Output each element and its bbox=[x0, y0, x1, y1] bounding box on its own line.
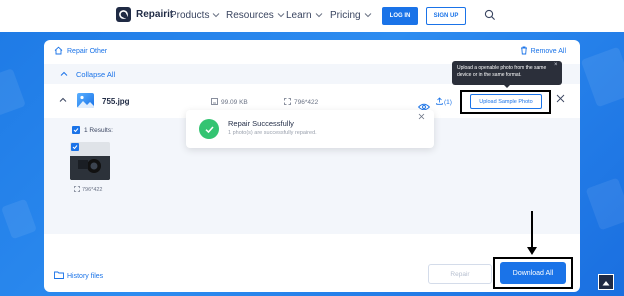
top-nav: Repairit Products Resources Learn Pricin… bbox=[0, 0, 624, 32]
check-circle-icon bbox=[199, 119, 219, 139]
repair-other-label: Repair Other bbox=[67, 48, 108, 55]
search-icon[interactable] bbox=[484, 9, 496, 24]
results-label: 1 Results: bbox=[84, 127, 113, 134]
nav-products[interactable]: Products bbox=[170, 10, 220, 21]
tooltip-arrow bbox=[503, 84, 511, 88]
nav-resources[interactable]: Resources bbox=[226, 10, 285, 21]
signup-button[interactable]: SIGN UP bbox=[426, 7, 466, 25]
upload-icon bbox=[436, 97, 443, 107]
repairit-logo-icon bbox=[116, 7, 131, 22]
chevron-down-icon bbox=[212, 11, 220, 20]
nav-learn[interactable]: Learn bbox=[286, 10, 323, 21]
annotation-arrow-head bbox=[527, 247, 537, 255]
nav-item-label: Learn bbox=[286, 10, 312, 21]
success-toast: Repair Successfully 1 photo(s) are succe… bbox=[186, 110, 434, 148]
scroll-to-top-button[interactable] bbox=[598, 274, 614, 290]
nav-item-label: Pricing bbox=[330, 10, 361, 21]
highlight-box bbox=[460, 90, 551, 114]
home-icon bbox=[54, 46, 63, 57]
brand-name: Repairit bbox=[136, 9, 174, 20]
toast-subtitle: 1 photo(s) are successfully repaired. bbox=[228, 130, 317, 136]
folder-icon bbox=[54, 271, 64, 281]
thumbnail-dimensions: 796*422 bbox=[74, 186, 103, 194]
arrow-up-icon bbox=[602, 273, 610, 291]
nav-item-label: Resources bbox=[226, 10, 274, 21]
file-size-value: 99.09 KB bbox=[221, 99, 248, 106]
trash-icon bbox=[520, 46, 528, 57]
close-icon[interactable] bbox=[418, 113, 425, 122]
decorative-shape bbox=[0, 198, 38, 240]
file-dimensions-value: 796*422 bbox=[294, 99, 319, 106]
decorative-shape bbox=[585, 177, 624, 231]
decorative-shape bbox=[580, 46, 624, 108]
dimensions-icon bbox=[284, 98, 291, 107]
login-button[interactable]: LOG IN bbox=[382, 7, 418, 25]
file-size: 99.09 KB bbox=[211, 98, 248, 107]
thumbnail-dimensions-value: 796*422 bbox=[82, 187, 103, 193]
repair-other-link[interactable]: Repair Other bbox=[54, 46, 107, 57]
chevron-down-icon bbox=[277, 11, 285, 20]
dimensions-icon bbox=[74, 186, 80, 194]
close-icon[interactable] bbox=[556, 94, 565, 106]
toast-title: Repair Successfully bbox=[228, 119, 294, 128]
chevron-up-icon[interactable] bbox=[59, 96, 67, 105]
file-name: 755.jpg bbox=[102, 97, 130, 106]
close-icon[interactable]: × bbox=[554, 62, 558, 68]
chevron-down-icon bbox=[364, 11, 372, 20]
file-size-icon bbox=[211, 98, 218, 107]
history-files-link[interactable]: History files bbox=[54, 271, 103, 281]
file-dimensions: 796*422 bbox=[284, 98, 318, 107]
chevron-down-icon bbox=[315, 11, 323, 20]
card-header: Repair Other Remove All bbox=[44, 40, 580, 62]
repair-button[interactable]: Repair bbox=[428, 264, 492, 284]
history-files-label: History files bbox=[67, 272, 104, 280]
highlight-box bbox=[493, 257, 573, 289]
remove-all-label: Remove All bbox=[530, 48, 566, 55]
nav-pricing[interactable]: Pricing bbox=[330, 10, 372, 21]
checkbox-icon[interactable] bbox=[72, 126, 80, 134]
remove-all-button[interactable]: Remove All bbox=[520, 46, 566, 57]
collapse-all-label: Collapse All bbox=[76, 69, 116, 79]
decorative-shape bbox=[0, 68, 26, 116]
upload-sample-tooltip: Upload a openable photo from the same de… bbox=[452, 61, 562, 85]
annotation-arrow-line bbox=[531, 211, 533, 249]
count-value: (1) bbox=[444, 98, 452, 106]
checkbox-icon[interactable] bbox=[71, 143, 79, 151]
nav-item-label: Products bbox=[170, 10, 210, 21]
brand-logo[interactable]: Repairit bbox=[116, 7, 173, 22]
sample-upload-count[interactable]: (1) bbox=[436, 97, 452, 107]
image-icon bbox=[77, 93, 94, 108]
chevron-up-icon bbox=[60, 70, 68, 79]
